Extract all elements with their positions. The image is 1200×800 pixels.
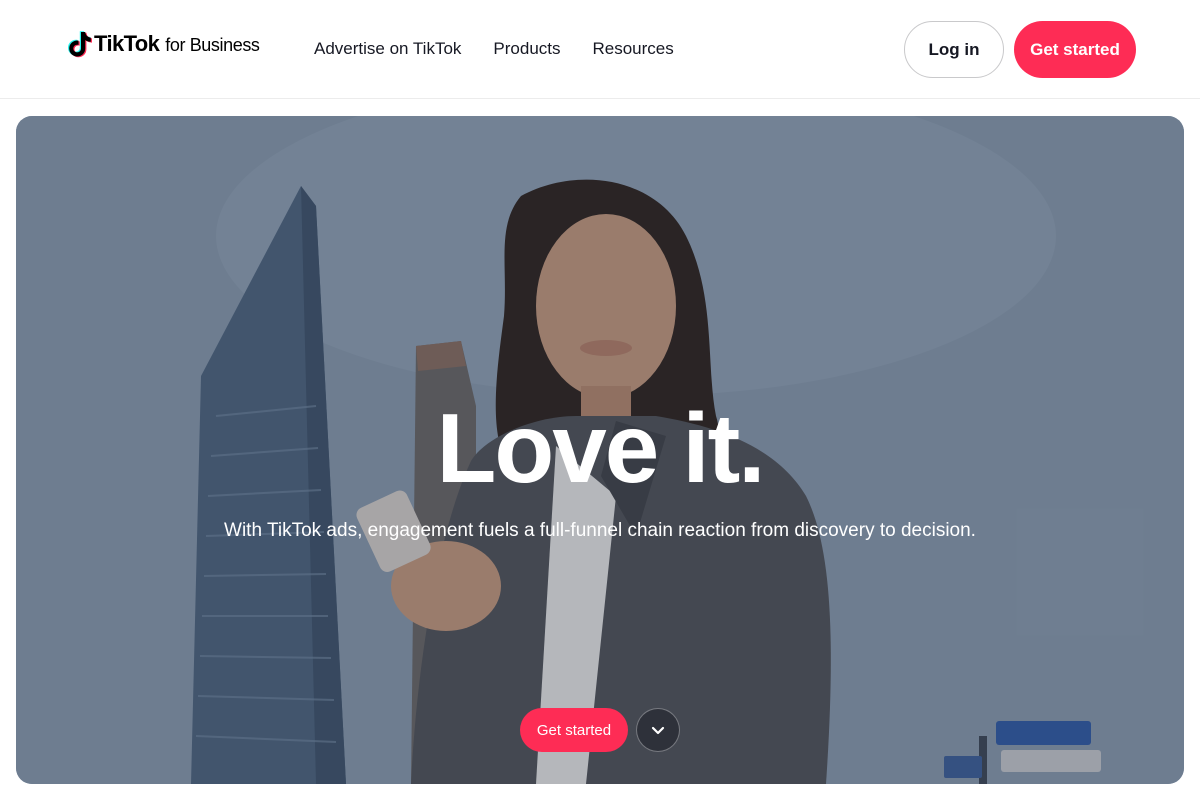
tiktok-logo-icon [68,31,92,58]
chevron-down-icon [651,726,665,735]
nav-item-resources[interactable]: Resources [593,38,674,60]
login-button[interactable]: Log in [904,21,1004,78]
main-nav: Advertise on TikTok Products Resources [314,38,706,60]
header-get-started-button[interactable]: Get started [1014,21,1136,78]
scroll-down-button[interactable] [636,708,680,752]
hero-banner: Love it. With TikTok ads, engagement fue… [16,116,1184,784]
hero-get-started-button[interactable]: Get started [520,708,628,752]
nav-item-products[interactable]: Products [493,38,560,60]
site-header: TikTok for Business Advertise on TikTok … [0,0,1200,99]
brand-suffix: for Business [165,35,260,55]
brand-name: TikTok [94,31,160,56]
brand-logo[interactable]: TikTok for Business [66,28,260,60]
hero-title: Love it. [436,393,765,503]
nav-item-advertise[interactable]: Advertise on TikTok [314,38,461,60]
hero-subtitle: With TikTok ads, engagement fuels a full… [224,520,976,541]
